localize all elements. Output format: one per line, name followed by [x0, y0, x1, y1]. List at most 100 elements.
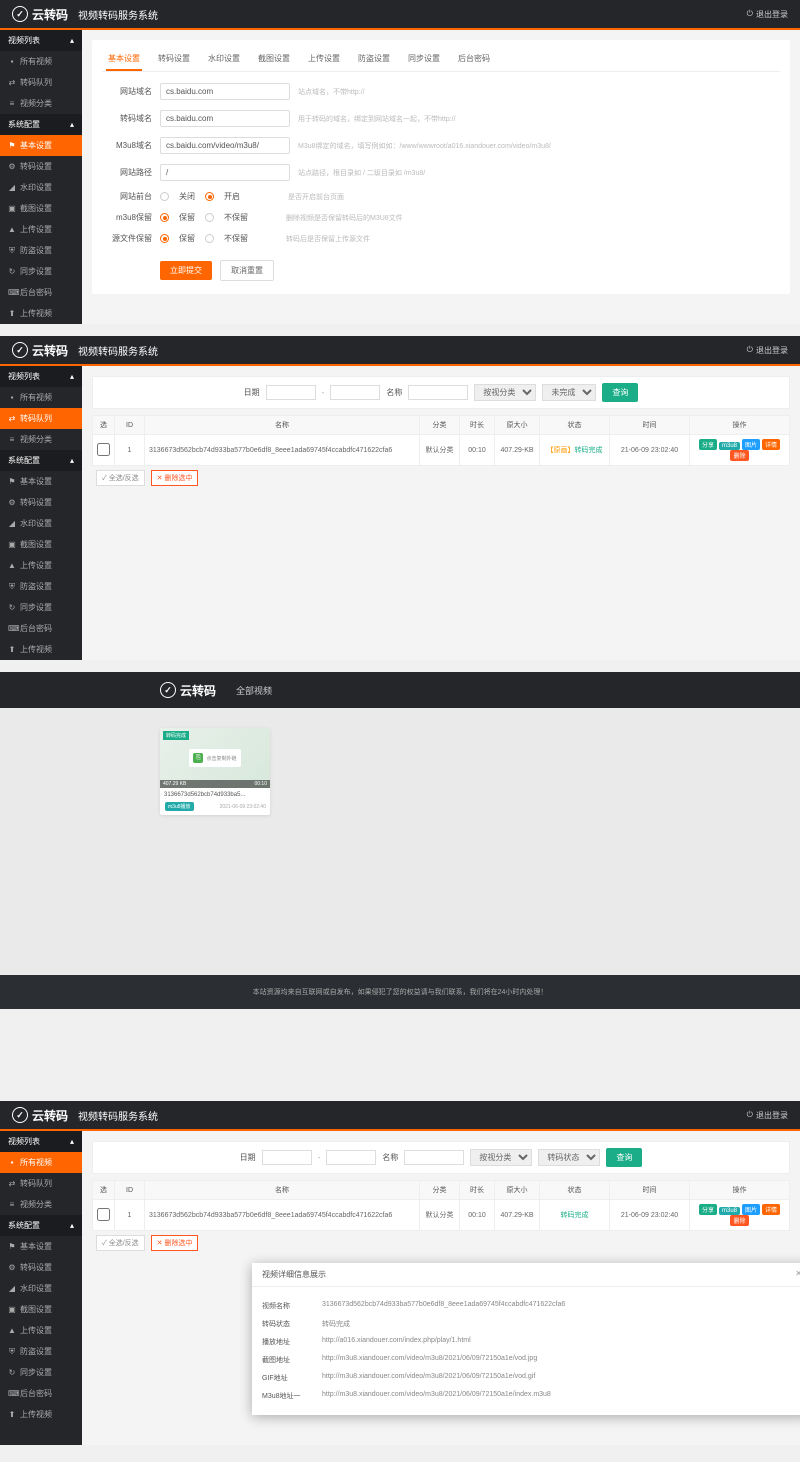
sidebar-item-transcode[interactable]: ⚙转码设置 [0, 1257, 82, 1278]
video-card[interactable]: 转码完成 ⎘点击复制外链 407.29 KB00:10 3136673d562b… [160, 728, 270, 815]
category-select[interactable]: 按视分类 [474, 384, 536, 401]
op-share[interactable]: 分享 [699, 1204, 717, 1215]
status-tag: 转码完成 [163, 731, 189, 740]
sidebar-item-transcode[interactable]: ⚙转码设置 [0, 492, 82, 513]
sidebar-item-password[interactable]: ⌨后台密码 [0, 618, 82, 639]
sidebar-item-antitheft[interactable]: ⛨防盗设置 [0, 1341, 82, 1362]
sidebar-item-antitheft[interactable]: ⛨防盗设置 [0, 576, 82, 597]
sidebar-item-category[interactable]: ≡视频分类 [0, 1194, 82, 1215]
sidebar-group-system[interactable]: 系统配置▴ [0, 114, 82, 135]
sidebar-item-upload[interactable]: ▲上传设置 [0, 219, 82, 240]
sidebar-group-system[interactable]: 系统配置▴ [0, 450, 82, 471]
op-delete[interactable]: 删除 [730, 450, 748, 461]
sidebar-item-sync[interactable]: ↻同步设置 [0, 597, 82, 618]
sidebar-item-queue[interactable]: ⇄转码队列 [0, 1173, 82, 1194]
sidebar-item-all-videos[interactable]: ▪所有视频 [0, 1152, 82, 1173]
sidebar-group-video[interactable]: 视频列表▴ [0, 30, 82, 51]
op-share[interactable]: 分享 [699, 439, 717, 450]
sidebar-item-basic[interactable]: ⚑基本设置 [0, 471, 82, 492]
sidebar-group-video[interactable]: 视频列表▴ [0, 1131, 82, 1152]
radio-off[interactable] [160, 192, 169, 201]
radio-nokeep[interactable] [205, 213, 214, 222]
name-input[interactable] [404, 1150, 464, 1165]
input-site-domain[interactable] [160, 83, 290, 100]
submit-button[interactable]: 立即提交 [160, 261, 212, 280]
sidebar-item-antitheft[interactable]: ⛨防盗设置 [0, 240, 82, 261]
sidebar-item-upload-video[interactable]: ⬆上传视频 [0, 303, 82, 324]
select-all-button[interactable]: ✓ 全选/反选 [96, 1235, 145, 1251]
tab-watermark[interactable]: 水印设置 [206, 48, 242, 71]
chevron-up-icon: ▴ [70, 36, 74, 45]
tab-upload[interactable]: 上传设置 [306, 48, 342, 71]
sidebar-item-upload[interactable]: ▲上传设置 [0, 555, 82, 576]
radio-keep[interactable] [160, 213, 169, 222]
sidebar-item-basic[interactable]: ⚑基本设置 [0, 1236, 82, 1257]
sidebar-item-transcode[interactable]: ⚙转码设置 [0, 156, 82, 177]
logout-button[interactable]: ⏻退出登录 [747, 9, 788, 20]
tab-antitheft[interactable]: 防盗设置 [356, 48, 392, 71]
date-from-input[interactable] [266, 385, 316, 400]
radio-on[interactable] [205, 192, 214, 201]
sidebar-group-system[interactable]: 系统配置▴ [0, 1215, 82, 1236]
op-delete[interactable]: 删除 [730, 1215, 748, 1226]
op-image[interactable]: 图片 [742, 439, 760, 450]
sidebar-item-screenshot[interactable]: ▣截图设置 [0, 534, 82, 555]
sidebar-group-video[interactable]: 视频列表▴ [0, 366, 82, 387]
tab-screenshot[interactable]: 截图设置 [256, 48, 292, 71]
nav-all-videos[interactable]: 全部视频 [236, 684, 272, 697]
sidebar-item-upload[interactable]: ▲上传设置 [0, 1320, 82, 1341]
sidebar-item-password[interactable]: ⌨后台密码 [0, 282, 82, 303]
status-select[interactable]: 转码状态 [538, 1149, 600, 1166]
sidebar-item-basic[interactable]: ⚑基本设置 [0, 135, 82, 156]
input-transcode-domain[interactable] [160, 110, 290, 127]
op-m3u8[interactable]: m3u8 [719, 442, 740, 450]
tab-transcode[interactable]: 转码设置 [156, 48, 192, 71]
name-input[interactable] [408, 385, 468, 400]
logout-button[interactable]: ⏻退出登录 [747, 1110, 788, 1121]
sidebar-item-queue[interactable]: ⇄转码队列 [0, 408, 82, 429]
date-to-input[interactable] [330, 385, 380, 400]
tab-basic[interactable]: 基本设置 [106, 48, 142, 71]
radio-keep[interactable] [160, 234, 169, 243]
date-to-input[interactable] [326, 1150, 376, 1165]
tab-password[interactable]: 后台密码 [456, 48, 492, 71]
sidebar-item-all-videos[interactable]: ▪所有视频 [0, 387, 82, 408]
date-from-input[interactable] [262, 1150, 312, 1165]
status-select[interactable]: 未完成 [542, 384, 596, 401]
sidebar-item-upload-video[interactable]: ⬆上传视频 [0, 639, 82, 660]
tab-sync[interactable]: 同步设置 [406, 48, 442, 71]
input-site-path[interactable] [160, 164, 290, 181]
op-detail[interactable]: 详情 [762, 1204, 780, 1215]
play-badge[interactable]: m3u8播放 [165, 802, 194, 811]
sidebar-item-sync[interactable]: ↻同步设置 [0, 1362, 82, 1383]
sidebar-item-screenshot[interactable]: ▣截图设置 [0, 198, 82, 219]
row-checkbox[interactable] [97, 443, 110, 456]
sidebar-item-screenshot[interactable]: ▣截图设置 [0, 1299, 82, 1320]
search-button[interactable]: 查询 [606, 1148, 642, 1167]
sidebar-item-category[interactable]: ≡视频分类 [0, 93, 82, 114]
row-checkbox[interactable] [97, 1208, 110, 1221]
search-button[interactable]: 查询 [602, 383, 638, 402]
sidebar-item-category[interactable]: ≡视频分类 [0, 429, 82, 450]
sidebar-item-watermark[interactable]: ◢水印设置 [0, 177, 82, 198]
reset-button[interactable]: 取消重置 [220, 260, 274, 281]
op-detail[interactable]: 详情 [762, 439, 780, 450]
op-m3u8[interactable]: m3u8 [719, 1207, 740, 1215]
radio-nokeep[interactable] [205, 234, 214, 243]
input-m3u8-domain[interactable] [160, 137, 290, 154]
select-all-button[interactable]: ✓ 全选/反选 [96, 470, 145, 486]
sidebar-item-upload-video[interactable]: ⬆上传视频 [0, 1404, 82, 1425]
op-image[interactable]: 图片 [742, 1204, 760, 1215]
delete-selected-button[interactable]: ✕ 删除选中 [151, 470, 199, 486]
sidebar-item-queue[interactable]: ⇄转码队列 [0, 72, 82, 93]
sidebar-item-watermark[interactable]: ◢水印设置 [0, 513, 82, 534]
hint: 站点路径，根目录如 / 二级目录如 /m3u8/ [298, 168, 425, 178]
sidebar-item-watermark[interactable]: ◢水印设置 [0, 1278, 82, 1299]
sidebar-item-sync[interactable]: ↻同步设置 [0, 261, 82, 282]
delete-selected-button[interactable]: ✕ 删除选中 [151, 1235, 199, 1251]
sidebar-item-all-videos[interactable]: ▪所有视频 [0, 51, 82, 72]
close-button[interactable]: ✕ [795, 1269, 800, 1280]
logout-button[interactable]: ⏻退出登录 [747, 345, 788, 356]
sidebar-item-password[interactable]: ⌨后台密码 [0, 1383, 82, 1404]
category-select[interactable]: 按视分类 [470, 1149, 532, 1166]
